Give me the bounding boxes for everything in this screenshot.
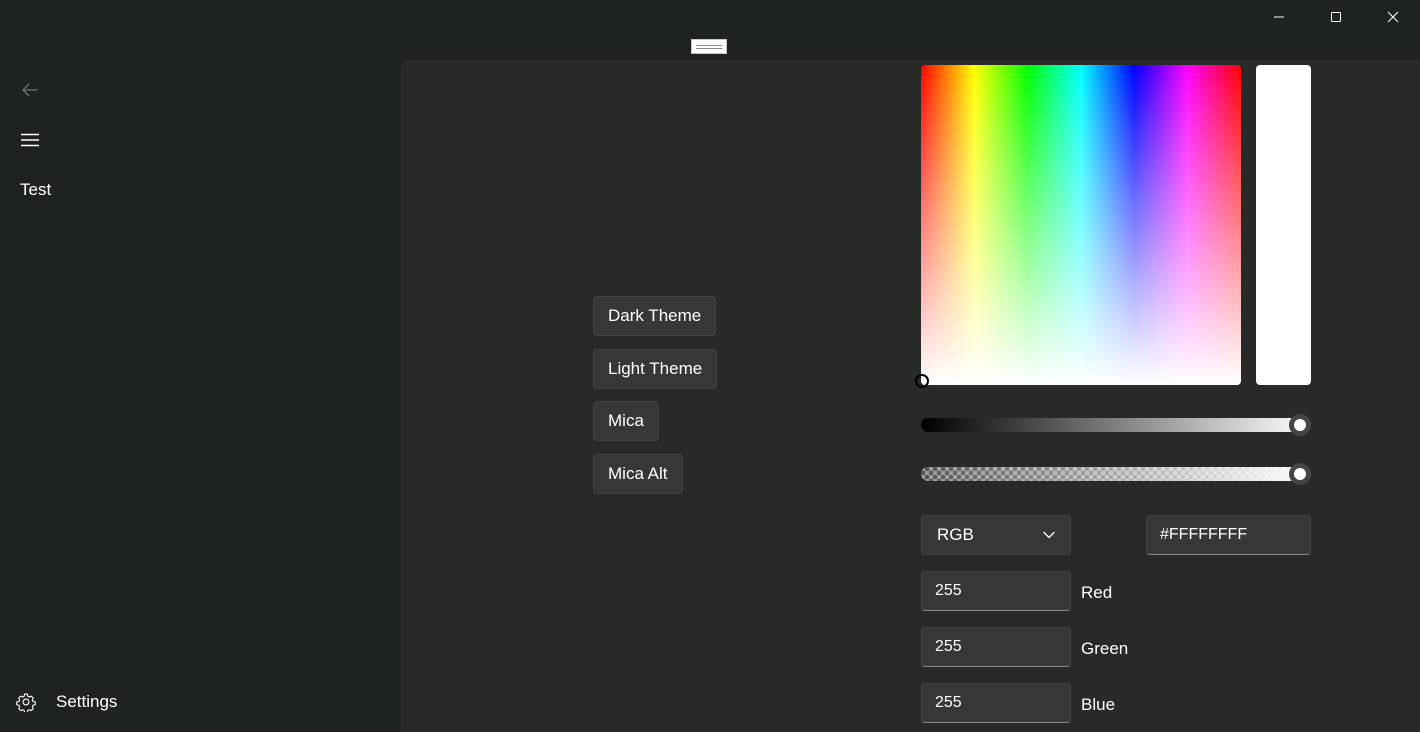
green-label: Green	[1081, 639, 1129, 658]
light-theme-button[interactable]: Light Theme	[593, 349, 718, 389]
drag-handle[interactable]	[691, 39, 727, 54]
minimize-button[interactable]	[1250, 0, 1308, 34]
drag-handle-grip	[696, 44, 722, 49]
close-icon	[1387, 11, 1399, 23]
value-slider-thumb[interactable]	[1289, 414, 1311, 436]
nav-item-test[interactable]: Test	[20, 180, 51, 200]
blue-label: Blue	[1081, 695, 1116, 714]
gear-icon	[16, 693, 36, 712]
blue-input[interactable]	[921, 683, 1071, 723]
mica-button[interactable]: Mica	[593, 401, 659, 441]
hex-input[interactable]	[1146, 515, 1311, 555]
red-label: Red	[1081, 583, 1113, 602]
back-arrow-icon	[22, 83, 38, 97]
spectrum-selector-thumb[interactable]	[915, 374, 929, 388]
minimize-icon	[1274, 16, 1284, 18]
red-input[interactable]	[921, 571, 1071, 611]
color-mode-value: RGB	[937, 525, 974, 544]
dark-theme-button[interactable]: Dark Theme	[593, 296, 717, 336]
settings-label: Settings	[56, 692, 118, 711]
color-preview-swatch	[1256, 65, 1311, 385]
green-input[interactable]	[921, 627, 1071, 667]
alpha-slider-track[interactable]	[921, 467, 1311, 481]
maximize-button[interactable]	[1307, 0, 1365, 34]
chevron-down-icon	[1043, 531, 1055, 539]
nav-item-settings[interactable]: Settings	[16, 686, 117, 718]
title-bar	[0, 0, 1420, 34]
back-button[interactable]	[14, 75, 46, 105]
maximize-icon	[1331, 12, 1341, 22]
alpha-slider-thumb[interactable]	[1289, 463, 1311, 485]
hamburger-icon	[21, 133, 39, 147]
mica-alt-button[interactable]: Mica Alt	[593, 454, 683, 494]
hamburger-menu-button[interactable]	[14, 125, 46, 155]
color-mode-dropdown[interactable]: RGB	[921, 515, 1071, 555]
color-spectrum[interactable]	[921, 65, 1241, 385]
value-slider-track[interactable]	[921, 418, 1311, 432]
close-button[interactable]	[1364, 0, 1420, 34]
